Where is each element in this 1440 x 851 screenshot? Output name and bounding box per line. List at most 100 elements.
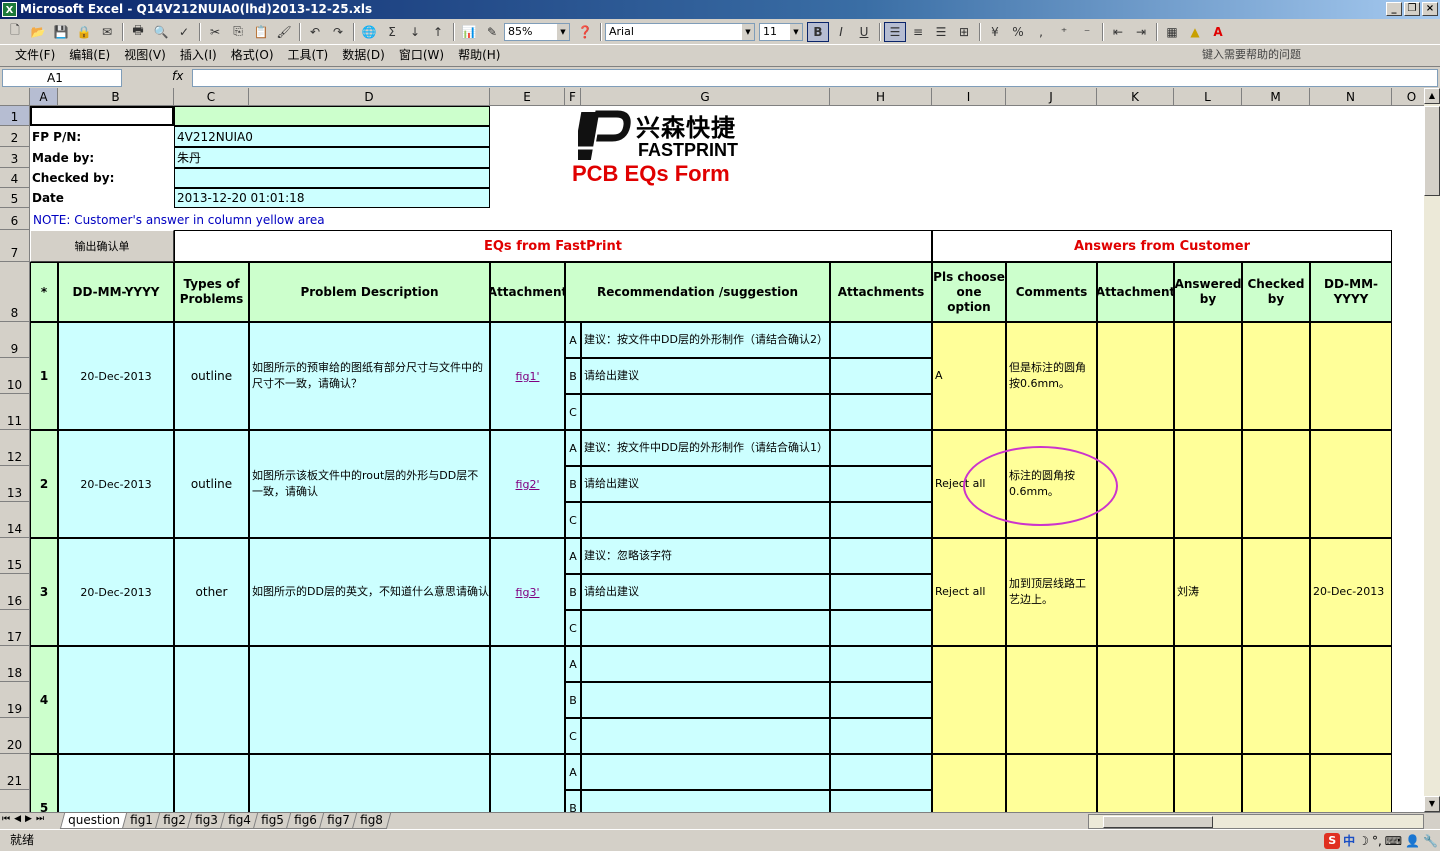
row-header-7[interactable]: 7 (0, 230, 30, 262)
attachments-cell[interactable] (830, 466, 932, 502)
customer-choice[interactable]: A (932, 322, 1006, 430)
last-sheet-icon[interactable]: ⏭ (36, 814, 44, 824)
row-header-12[interactable]: 12 (0, 430, 30, 466)
eq-date[interactable]: 20-Dec-2013 (58, 538, 174, 646)
vertical-scroll-thumb[interactable] (1424, 106, 1440, 196)
decrease-decimal-icon[interactable]: ⁻ (1076, 22, 1098, 42)
increase-decimal-icon[interactable]: ⁺ (1053, 22, 1075, 42)
open-icon[interactable]: 📂 (27, 22, 49, 42)
row-header-15[interactable]: 15 (0, 538, 30, 574)
attachments-cell[interactable] (830, 430, 932, 466)
eq-date[interactable]: 20-Dec-2013 (58, 430, 174, 538)
column-header-i[interactable]: I (932, 88, 1006, 106)
redo-icon[interactable]: ↷ (327, 22, 349, 42)
customer-comment[interactable]: 加到顶层线路工艺边上。 (1006, 538, 1097, 646)
currency-icon[interactable]: ¥ (984, 22, 1006, 42)
attachments-cell[interactable] (830, 610, 932, 646)
recommendation-a[interactable] (581, 646, 830, 682)
recommendation-c[interactable] (581, 718, 830, 754)
column-header-g[interactable]: G (581, 88, 830, 106)
menu-help[interactable]: 帮助(H) (451, 45, 507, 66)
menu-insert[interactable]: 插入(I) (173, 45, 224, 66)
column-header-h[interactable]: H (830, 88, 932, 106)
user-icon[interactable]: 👤 (1405, 831, 1420, 851)
copy-icon[interactable]: ⎘ (227, 22, 249, 42)
recommendation-b[interactable] (581, 682, 830, 718)
horizontal-scroll-thumb[interactable] (1103, 816, 1213, 828)
ime-mode[interactable]: 中 (1343, 831, 1355, 851)
fx-icon[interactable]: fx (172, 69, 183, 83)
drawing-icon[interactable]: ✎ (481, 22, 503, 42)
permission-icon[interactable]: 🔒 (73, 22, 95, 42)
checked-by-cell[interactable] (1242, 538, 1310, 646)
attachments-cell[interactable] (830, 754, 932, 790)
recommendation-b[interactable]: 请给出建议 (581, 466, 830, 502)
row-header-14[interactable]: 14 (0, 502, 30, 538)
header-green-cell[interactable] (174, 106, 490, 126)
attachments-cell[interactable] (830, 574, 932, 610)
answered-by[interactable] (1174, 646, 1242, 754)
menu-format[interactable]: 格式(O) (224, 45, 281, 66)
recommendation-c[interactable] (581, 610, 830, 646)
recommendation-b[interactable]: 请给出建议 (581, 358, 830, 394)
chevron-down-icon[interactable]: ▼ (790, 23, 802, 40)
customer-comment[interactable]: 但是标注的圆角按0.6mm。 (1006, 322, 1097, 430)
menu-view[interactable]: 视图(V) (117, 45, 173, 66)
increase-indent-icon[interactable]: ⇥ (1130, 22, 1152, 42)
attachments-cell[interactable] (830, 322, 932, 358)
customer-choice[interactable] (932, 646, 1006, 754)
customer-comment[interactable] (1006, 754, 1097, 812)
new-icon[interactable]: 🗋 (4, 22, 26, 42)
align-left-icon[interactable]: ☰ (884, 21, 906, 42)
row-header-16[interactable]: 16 (0, 574, 30, 610)
italic-button[interactable]: I (830, 22, 852, 42)
row-header-6[interactable]: 6 (0, 208, 30, 230)
cut-icon[interactable]: ✂ (204, 22, 226, 42)
row-header-10[interactable]: 10 (0, 358, 30, 394)
spelling-icon[interactable]: ✓ (173, 22, 195, 42)
worksheet-grid[interactable]: A B C D E F G H I J K L M N O 1 2 3 4 5 … (0, 88, 1424, 812)
eq-description[interactable]: 如图所示的预审给的图纸有部分尺寸与文件中的尺寸不一致，请确认？ (249, 322, 490, 430)
scroll-down-icon[interactable]: ▼ (1424, 796, 1440, 812)
next-sheet-icon[interactable]: ▶ (25, 814, 32, 824)
recommendation-c[interactable] (581, 502, 830, 538)
eq-date[interactable] (58, 646, 174, 754)
sogou-ime-icon[interactable]: S (1324, 833, 1341, 849)
customer-comment[interactable] (1006, 646, 1097, 754)
menu-window[interactable]: 窗口(W) (392, 45, 451, 66)
column-header-e[interactable]: E (490, 88, 565, 106)
formula-input[interactable] (192, 69, 1438, 87)
customer-choice[interactable] (932, 754, 1006, 812)
save-icon[interactable]: 💾 (50, 22, 72, 42)
font-name-combo[interactable]: Arial ▼ (605, 22, 755, 41)
date-value[interactable]: 2013-12-20 01:01:18 (174, 188, 490, 208)
active-cell-a1[interactable] (30, 106, 174, 126)
column-header-o[interactable]: O (1392, 88, 1424, 106)
row-header-22[interactable] (0, 790, 30, 812)
sort-desc-icon[interactable]: ↑ (427, 22, 449, 42)
eq-type[interactable] (174, 754, 249, 812)
borders-icon[interactable]: ▦ (1161, 22, 1183, 42)
column-header-d[interactable]: D (249, 88, 490, 106)
paste-icon[interactable]: 📋 (250, 22, 272, 42)
first-sheet-icon[interactable]: ⏮ (2, 814, 10, 824)
column-header-m[interactable]: M (1242, 88, 1310, 106)
menu-data[interactable]: 数据(D) (335, 45, 392, 66)
minimize-button[interactable]: _ (1386, 2, 1402, 16)
excel-app-icon[interactable]: X (2, 2, 17, 17)
recommendation-a[interactable]: 建议：按文件中DD层的外形制作（请结合确认2） (581, 322, 830, 358)
made-by-value[interactable]: 朱丹 (174, 147, 490, 168)
keyboard-icon[interactable]: ⌨ (1385, 831, 1402, 851)
fill-color-icon[interactable]: ▲ (1184, 22, 1206, 42)
eq-description[interactable] (249, 646, 490, 754)
row-header-9[interactable]: 9 (0, 322, 30, 358)
answered-by[interactable] (1174, 430, 1242, 538)
checked-by-value[interactable] (174, 168, 490, 188)
customer-attachment[interactable] (1097, 646, 1174, 754)
print-icon[interactable]: 🖶 (127, 22, 149, 42)
eq-date[interactable] (58, 754, 174, 812)
recommendation-a[interactable]: 建议：忽略该字符 (581, 538, 830, 574)
row-header-2[interactable]: 2 (0, 126, 30, 147)
eq-type[interactable]: other (174, 538, 249, 646)
font-size-combo[interactable]: 11 ▼ (759, 22, 803, 41)
